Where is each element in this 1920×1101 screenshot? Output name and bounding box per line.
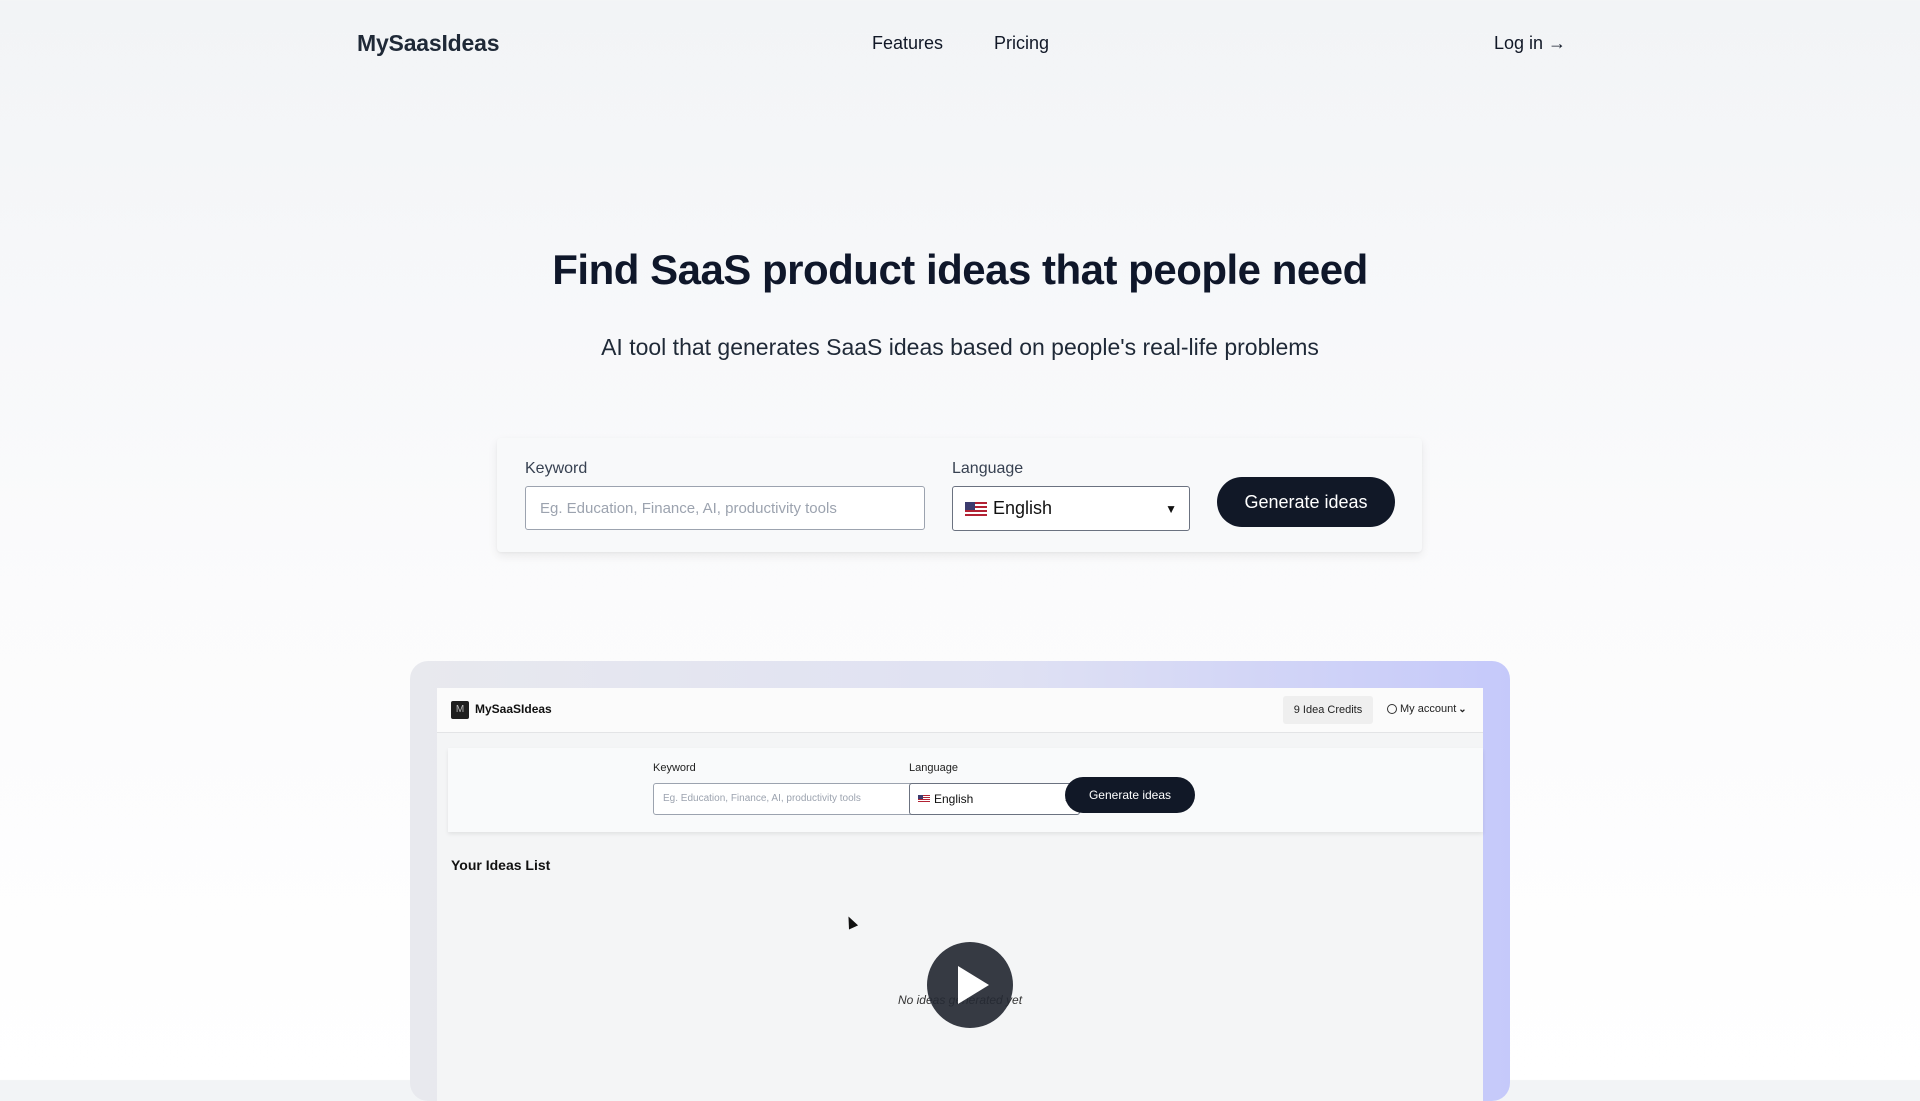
language-select-value: English bbox=[993, 498, 1053, 518]
user-circle-icon bbox=[1387, 704, 1397, 714]
keyword-label: Keyword bbox=[525, 460, 588, 477]
generate-ideas-button[interactable]: Generate ideas bbox=[1217, 477, 1395, 527]
demo-screenshot: M MySaaSIdeas 9 Idea Credits My account … bbox=[437, 688, 1483, 1101]
demo-video-frame[interactable]: M MySaaSIdeas 9 Idea Credits My account … bbox=[410, 661, 1510, 1101]
play-button[interactable] bbox=[927, 942, 1013, 1028]
keyword-input[interactable] bbox=[525, 486, 925, 530]
mouse-cursor-icon bbox=[843, 914, 859, 930]
demo-ideas-list-title: Your Ideas List bbox=[451, 857, 551, 873]
site-logo[interactable]: MySaasIdeas bbox=[357, 30, 499, 57]
demo-keyword-label: Keyword bbox=[653, 762, 696, 774]
demo-account-label: My account bbox=[1400, 703, 1457, 715]
demo-generate-button: Generate ideas bbox=[1065, 777, 1195, 813]
nav-features-link[interactable]: Features bbox=[872, 33, 943, 54]
demo-credits-badge: 9 Idea Credits bbox=[1283, 696, 1373, 724]
chevron-down-icon: ⌄ bbox=[1458, 703, 1467, 715]
us-flag-icon bbox=[918, 795, 930, 803]
us-flag-icon bbox=[965, 501, 987, 516]
language-select[interactable]: English ▼ bbox=[952, 486, 1190, 531]
demo-logo-text: MySaaSIdeas bbox=[475, 702, 552, 716]
demo-keyword-input: Eg. Education, Finance, AI, productivity… bbox=[653, 783, 947, 815]
demo-account-menu: My account ⌄ bbox=[1387, 703, 1467, 715]
demo-language-label: Language bbox=[909, 762, 958, 774]
demo-language-select: English ⌄ bbox=[909, 783, 1080, 815]
demo-form: Keyword Eg. Education, Finance, AI, prod… bbox=[448, 748, 1483, 832]
language-label: Language bbox=[952, 460, 1024, 477]
hero-subtitle: AI tool that generates SaaS ideas based … bbox=[601, 334, 1319, 360]
hero-title: Find SaaS product ideas that people need bbox=[552, 246, 1368, 293]
play-icon bbox=[958, 966, 989, 1004]
idea-generator-form: Keyword Language English ▼ Generate idea… bbox=[497, 438, 1422, 552]
demo-logo-icon: M bbox=[451, 701, 469, 719]
login-link[interactable]: Log in → bbox=[1494, 33, 1566, 54]
demo-language-value: English bbox=[934, 792, 974, 806]
demo-app-header: M MySaaSIdeas 9 Idea Credits My account … bbox=[437, 688, 1483, 733]
chevron-down-icon: ▼ bbox=[1165, 501, 1177, 516]
nav-pricing-link[interactable]: Pricing bbox=[994, 33, 1049, 54]
